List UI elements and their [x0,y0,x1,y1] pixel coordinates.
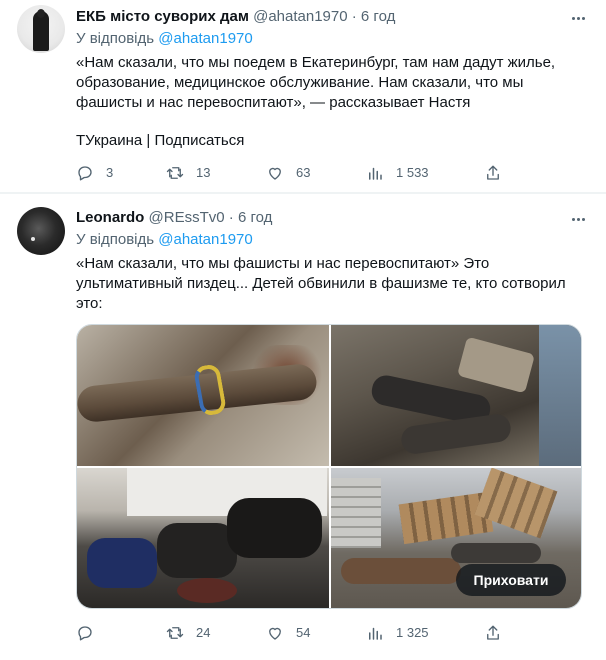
like-icon [269,167,281,180]
reply-button[interactable]: 3 [76,163,113,183]
reply-context: У відповідь @ahatan1970 [76,230,253,250]
handle[interactable]: @REssTv0 [149,209,225,226]
media-grid[interactable]: Приховати [76,324,582,609]
tweet-actions: 24 54 1 325 [76,623,586,643]
display-name[interactable]: ЕКБ місто суворих дам [76,8,249,25]
media-photo-3[interactable] [77,468,329,608]
views-icon [369,627,382,640]
reply-prefix: У відповідь [76,30,155,47]
hide-media-button[interactable]: Приховати [456,564,566,596]
tweet-text-footer: ТУкраина | Подписаться [76,132,245,149]
more-icon[interactable] [568,8,588,28]
share-button[interactable] [484,623,502,643]
avatar[interactable] [17,207,65,255]
more-icon[interactable] [568,209,588,229]
like-count: 63 [296,165,311,180]
display-name[interactable]: Leonardo [76,209,144,226]
tweet-text: «Нам сказали, что мы фашисты и нас перев… [76,255,566,312]
retweet-button[interactable]: 24 [166,623,210,643]
views-count: 1 533 [396,165,429,180]
like-icon [269,627,281,640]
reply-context: У відповідь @ahatan1970 [76,29,253,49]
share-icon [487,625,499,640]
separator: · [351,8,357,25]
media-photo-1[interactable] [77,325,329,466]
views-count: 1 325 [396,625,429,640]
handle[interactable]: @ahatan1970 [253,8,347,25]
tweet-2[interactable]: Leonardo @REssTv0 · 6 год У відповідь @a… [0,199,606,660]
retweet-icon [166,627,184,639]
reply-count: 3 [106,165,114,180]
avatar[interactable] [17,5,65,53]
share-icon [487,165,499,180]
tweet-header: Leonardo @REssTv0 · 6 год [76,208,272,228]
reply-mention[interactable]: @ahatan1970 [158,231,252,248]
reply-mention[interactable]: @ahatan1970 [158,30,252,47]
share-button[interactable] [484,163,502,183]
retweet-icon [166,167,184,179]
like-count: 54 [296,625,311,640]
tweet-text: «Нам сказали, что мы поедем в Екатеринбу… [76,54,556,111]
tweet-header: ЕКБ місто суворих дам @ahatan1970 · 6 го… [76,7,395,27]
reply-icon [78,626,92,641]
tweet-1[interactable]: ЕКБ місто суворих дам @ahatan1970 · 6 го… [0,0,606,193]
separator: · [228,209,234,226]
media-photo-2[interactable] [331,325,581,466]
views-button[interactable]: 1 533 [366,163,429,183]
reply-prefix: У відповідь [76,231,155,248]
retweet-button[interactable]: 13 [166,163,210,183]
divider [0,193,606,194]
timestamp[interactable]: 6 год [361,8,395,25]
retweet-count: 24 [196,625,211,640]
tweet-actions: 3 13 63 1 533 [76,163,586,183]
like-button[interactable]: 54 [266,623,310,643]
views-icon [369,167,382,180]
views-button[interactable]: 1 325 [366,623,429,643]
retweet-count: 13 [196,165,211,180]
reply-icon [78,166,92,181]
timestamp[interactable]: 6 год [238,209,272,226]
like-button[interactable]: 63 [266,163,310,183]
reply-button[interactable] [76,623,106,643]
